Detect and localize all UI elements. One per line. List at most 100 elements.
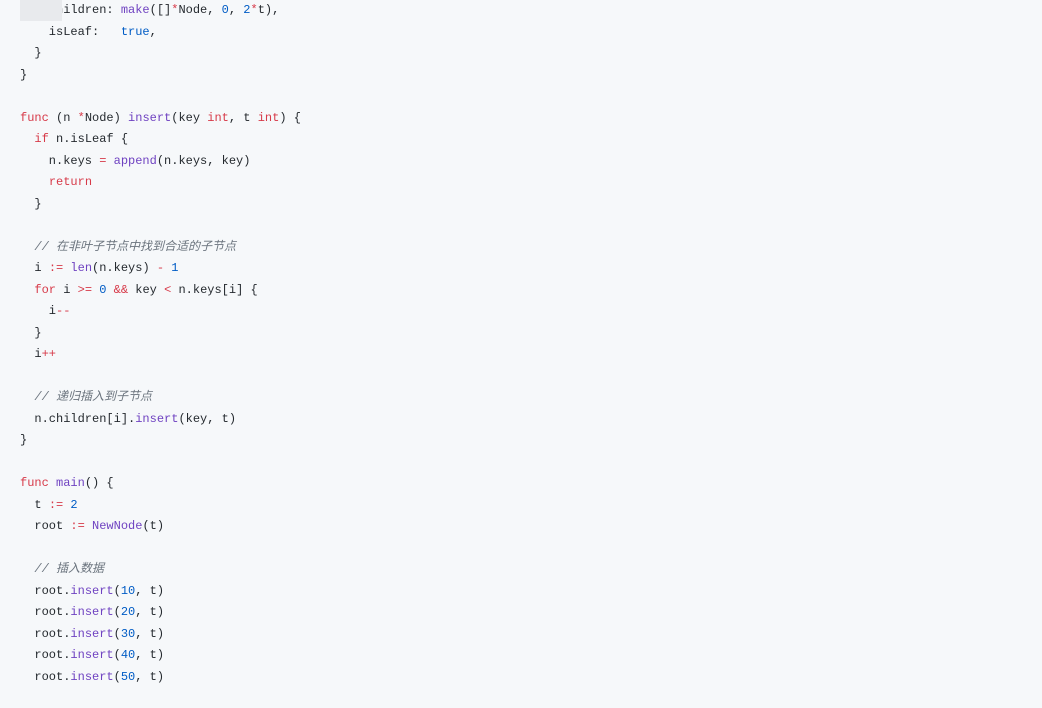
token-op: := bbox=[49, 261, 63, 275]
token-ident: (key, t) bbox=[178, 412, 236, 426]
token-op: * bbox=[78, 111, 85, 125]
token-op: >= bbox=[78, 283, 92, 297]
token-ident: root. bbox=[20, 605, 70, 619]
token-ident: i bbox=[20, 261, 49, 275]
token-ident: , t) bbox=[135, 648, 164, 662]
code-line[interactable]: root.insert(20, t) bbox=[20, 602, 1042, 624]
code-line[interactable]: if n.isLeaf { bbox=[20, 129, 1042, 151]
token-fn: len bbox=[70, 261, 92, 275]
code-line[interactable] bbox=[20, 366, 1042, 388]
token-kw: if bbox=[34, 132, 48, 146]
token-ident: , t) bbox=[135, 584, 164, 598]
code-line[interactable]: i := len(n.keys) - 1 bbox=[20, 258, 1042, 280]
token-ident: } bbox=[20, 68, 27, 82]
token-ident bbox=[20, 240, 34, 254]
token-op: -- bbox=[56, 304, 70, 318]
token-ident: , bbox=[229, 3, 243, 17]
token-op: && bbox=[114, 283, 128, 297]
token-fn: insert bbox=[135, 412, 178, 426]
token-ident: t bbox=[20, 498, 49, 512]
code-line[interactable]: } bbox=[20, 194, 1042, 216]
gutter-active-line bbox=[20, 0, 62, 21]
token-num: 1 bbox=[171, 261, 178, 275]
code-line[interactable]: // 插入数据 bbox=[20, 559, 1042, 581]
token-fn: append bbox=[114, 154, 157, 168]
code-line[interactable]: // 在非叶子节点中找到合适的子节点 bbox=[20, 237, 1042, 259]
token-fn: insert bbox=[70, 670, 113, 684]
token-ident: n.keys[i] { bbox=[171, 283, 257, 297]
code-line[interactable]: n.keys = append(n.keys, key) bbox=[20, 151, 1042, 173]
token-fn: insert bbox=[70, 605, 113, 619]
token-typ: int bbox=[207, 111, 229, 125]
token-ident: , t) bbox=[135, 627, 164, 641]
token-num: 10 bbox=[121, 584, 135, 598]
code-line[interactable]: root := NewNode(t) bbox=[20, 516, 1042, 538]
token-fn: insert bbox=[70, 627, 113, 641]
token-kw: func bbox=[20, 111, 49, 125]
token-ident: (n bbox=[49, 111, 78, 125]
token-ident bbox=[20, 283, 34, 297]
token-ident bbox=[20, 562, 34, 576]
token-num: 0 bbox=[222, 3, 229, 17]
token-ident: Node, bbox=[178, 3, 221, 17]
code-line[interactable]: for i >= 0 && key < n.keys[i] { bbox=[20, 280, 1042, 302]
token-ident: n.children[i]. bbox=[20, 412, 135, 426]
token-ident bbox=[20, 175, 49, 189]
code-line[interactable]: } bbox=[20, 43, 1042, 65]
code-line[interactable] bbox=[20, 215, 1042, 237]
token-cmt: // 在非叶子节点中找到合适的子节点 bbox=[34, 240, 236, 254]
token-ident: i bbox=[20, 347, 42, 361]
code-line[interactable]: // 递归插入到子节点 bbox=[20, 387, 1042, 409]
token-bool: true bbox=[121, 25, 150, 39]
token-ident: ( bbox=[114, 605, 121, 619]
token-cmt: // 插入数据 bbox=[34, 562, 104, 576]
code-line[interactable]: func main() { bbox=[20, 473, 1042, 495]
token-ident bbox=[106, 283, 113, 297]
token-fn: insert bbox=[70, 648, 113, 662]
code-line[interactable]: func (n *Node) insert(key int, t int) { bbox=[20, 108, 1042, 130]
code-line[interactable] bbox=[20, 538, 1042, 560]
token-ident: n.keys bbox=[20, 154, 99, 168]
token-op: - bbox=[157, 261, 164, 275]
code-line[interactable]: } bbox=[20, 323, 1042, 345]
token-ident: i bbox=[20, 304, 56, 318]
token-num: 2 bbox=[70, 498, 77, 512]
code-line[interactable]: root.insert(30, t) bbox=[20, 624, 1042, 646]
token-ident: root. bbox=[20, 670, 70, 684]
token-ident: } bbox=[20, 197, 42, 211]
code-line[interactable]: i++ bbox=[20, 344, 1042, 366]
code-block[interactable]: children: make([]*Node, 0, 2*t), isLeaf:… bbox=[20, 0, 1042, 688]
code-line[interactable]: root.insert(10, t) bbox=[20, 581, 1042, 603]
code-line[interactable]: n.children[i].insert(key, t) bbox=[20, 409, 1042, 431]
token-ident: () { bbox=[85, 476, 114, 490]
code-line[interactable]: children: make([]*Node, 0, 2*t), bbox=[20, 0, 1042, 22]
token-ident: root bbox=[20, 519, 70, 533]
code-line[interactable]: root.insert(50, t) bbox=[20, 667, 1042, 689]
token-ident: } bbox=[20, 326, 42, 340]
token-fn: make bbox=[121, 3, 150, 17]
code-line[interactable]: return bbox=[20, 172, 1042, 194]
code-line[interactable]: i-- bbox=[20, 301, 1042, 323]
code-line[interactable]: isLeaf: true, bbox=[20, 22, 1042, 44]
token-paren: ([] bbox=[150, 3, 172, 17]
token-fn: insert bbox=[70, 584, 113, 598]
token-fn: insert bbox=[128, 111, 171, 125]
code-line[interactable]: } bbox=[20, 65, 1042, 87]
token-fn: NewNode bbox=[92, 519, 142, 533]
token-ident: , bbox=[150, 25, 157, 39]
code-line[interactable]: } bbox=[20, 430, 1042, 452]
token-ident: , t bbox=[229, 111, 258, 125]
code-editor[interactable]: children: make([]*Node, 0, 2*t), isLeaf:… bbox=[20, 0, 1042, 688]
token-ident: root. bbox=[20, 584, 70, 598]
code-line[interactable] bbox=[20, 452, 1042, 474]
token-kw: for bbox=[34, 283, 56, 297]
code-line[interactable] bbox=[20, 86, 1042, 108]
code-line[interactable]: root.insert(40, t) bbox=[20, 645, 1042, 667]
code-line[interactable]: t := 2 bbox=[20, 495, 1042, 517]
token-num: 40 bbox=[121, 648, 135, 662]
token-ident: } bbox=[20, 46, 42, 60]
token-ident bbox=[85, 519, 92, 533]
token-ident: root. bbox=[20, 627, 70, 641]
token-ident: t), bbox=[258, 3, 280, 17]
token-ident bbox=[20, 132, 34, 146]
